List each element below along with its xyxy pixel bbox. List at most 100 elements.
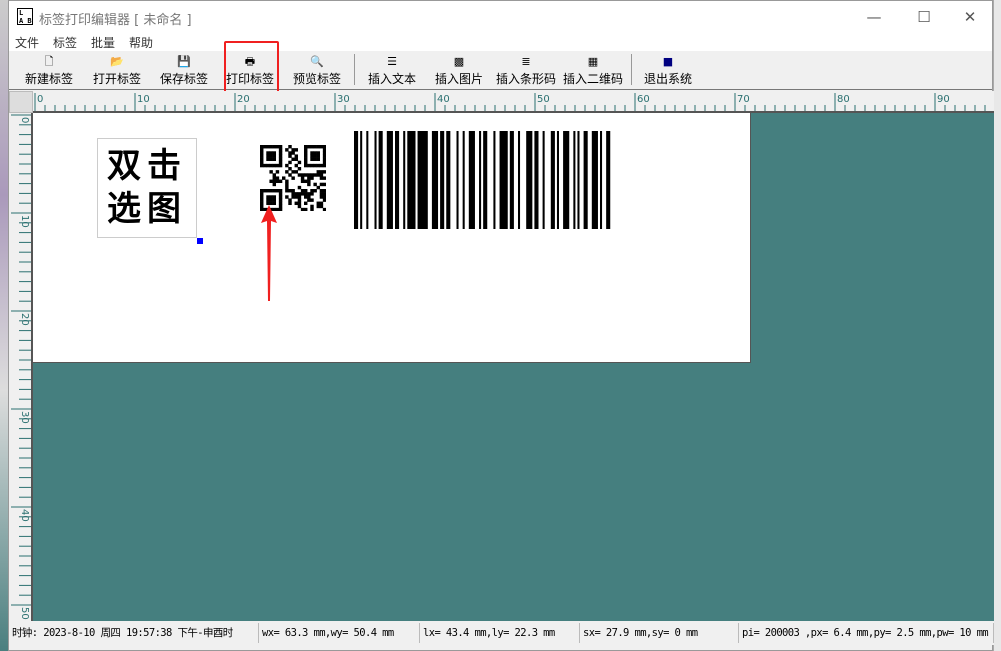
barcode-bar bbox=[360, 131, 363, 229]
toolbar-button-label: 保存标签 bbox=[159, 72, 208, 86]
menu-batch[interactable]: 批量 bbox=[91, 34, 115, 51]
qr-module bbox=[266, 145, 270, 149]
menu-label[interactable]: 标签 bbox=[53, 34, 77, 51]
barcode-bar bbox=[374, 131, 377, 229]
qrcode-element[interactable] bbox=[260, 145, 326, 211]
close-button[interactable]: ✕ bbox=[955, 5, 985, 29]
ruler-label: 0 bbox=[19, 117, 30, 123]
ruler-label: 50 bbox=[537, 94, 550, 105]
toolbar-button-7[interactable]: ≣ 插入条形码 bbox=[493, 53, 559, 87]
qr-module bbox=[319, 192, 324, 196]
toolbar-button-2[interactable]: 💾 保存标签 bbox=[151, 53, 217, 87]
toolbar-button-9[interactable]: ■ 退出系统 bbox=[635, 53, 701, 87]
toolbar-button-6[interactable]: ▩ 插入图片 bbox=[426, 53, 492, 87]
qr-module bbox=[319, 163, 324, 168]
toolbar-button-label: 打开标签 bbox=[92, 72, 141, 86]
qr-module bbox=[266, 154, 270, 158]
qr-module bbox=[294, 148, 299, 152]
picture-icon: ▩ bbox=[453, 55, 465, 68]
qr-module bbox=[269, 151, 273, 155]
resize-handle[interactable] bbox=[197, 238, 203, 244]
barcode-bar bbox=[563, 131, 570, 229]
qr-module bbox=[260, 154, 264, 158]
qr-module bbox=[272, 145, 277, 149]
open-folder-icon: 📂 bbox=[110, 55, 124, 68]
barcode-bar bbox=[600, 131, 603, 229]
qr-module bbox=[272, 176, 277, 180]
toolbar-button-8[interactable]: ▦ 插入二维码 bbox=[560, 53, 626, 87]
qr-module bbox=[288, 151, 292, 155]
qr-module bbox=[313, 189, 317, 193]
qr-module bbox=[322, 157, 326, 162]
qr-module bbox=[260, 189, 264, 193]
barcode-bar bbox=[440, 131, 445, 229]
qr-module bbox=[300, 189, 305, 193]
qr-module bbox=[322, 160, 326, 165]
qr-module bbox=[307, 192, 311, 196]
qr-module bbox=[316, 185, 321, 190]
qr-module bbox=[310, 176, 314, 180]
qr-module bbox=[291, 151, 295, 155]
qr-module bbox=[304, 207, 308, 211]
image-placeholder-text: 双击 bbox=[107, 146, 187, 186]
qr-module bbox=[260, 198, 264, 202]
qr-module bbox=[288, 167, 292, 171]
design-canvas[interactable]: 双击 选图 bbox=[33, 113, 994, 621]
qr-module bbox=[266, 198, 270, 202]
qr-module bbox=[278, 154, 283, 158]
qr-module bbox=[316, 163, 321, 168]
qr-module bbox=[272, 151, 277, 155]
desktop-background bbox=[993, 0, 1001, 651]
toolbar-button-1[interactable]: 📂 打开标签 bbox=[84, 53, 150, 87]
qr-module bbox=[297, 204, 302, 209]
minimize-button[interactable]: — bbox=[859, 5, 889, 29]
qr-module bbox=[313, 154, 317, 158]
qr-module bbox=[269, 179, 273, 184]
toolbar-button-0[interactable]: 🗋 新建标签 bbox=[16, 53, 82, 87]
qr-module bbox=[304, 189, 308, 193]
qr-module bbox=[310, 207, 314, 211]
qr-module bbox=[269, 163, 273, 168]
qr-module bbox=[263, 145, 267, 149]
qr-module bbox=[260, 192, 264, 196]
qr-module bbox=[310, 157, 314, 162]
qr-module bbox=[319, 173, 324, 177]
menu-bar: 文件 标签 批量 帮助 bbox=[9, 33, 992, 51]
menu-help[interactable]: 帮助 bbox=[129, 34, 153, 51]
qr-module bbox=[278, 151, 283, 155]
qr-module bbox=[291, 189, 295, 193]
qr-module bbox=[291, 170, 295, 174]
qr-module bbox=[278, 207, 283, 211]
qr-module bbox=[319, 201, 324, 206]
ruler-label: 10 bbox=[19, 215, 30, 228]
qr-module bbox=[275, 189, 280, 193]
qr-module bbox=[294, 157, 299, 162]
qr-module bbox=[307, 173, 311, 177]
image-placeholder[interactable]: 双击 选图 bbox=[97, 138, 197, 238]
ruler-label: 60 bbox=[637, 94, 650, 105]
qr-module bbox=[260, 145, 264, 149]
qr-module bbox=[322, 198, 326, 202]
ruler-label: 0 bbox=[37, 94, 43, 105]
qr-module bbox=[269, 145, 273, 149]
qr-module bbox=[319, 145, 324, 149]
qr-module bbox=[319, 189, 324, 193]
barcode-bar bbox=[395, 131, 400, 229]
barcode-bar bbox=[493, 131, 496, 229]
toolbar-button-4[interactable]: 🔍 预览标签 bbox=[284, 53, 350, 87]
label-page[interactable]: 双击 选图 bbox=[33, 113, 751, 363]
qr-module bbox=[316, 145, 321, 149]
qr-module bbox=[282, 176, 286, 180]
barcode-bar bbox=[366, 131, 369, 229]
qr-module bbox=[275, 179, 280, 184]
ruler-label: 40 bbox=[19, 509, 30, 522]
qr-module bbox=[310, 189, 314, 193]
maximize-button[interactable]: ☐ bbox=[909, 5, 939, 29]
qr-module bbox=[294, 163, 299, 168]
qr-module bbox=[272, 189, 277, 193]
qr-module bbox=[307, 198, 311, 202]
menu-file[interactable]: 文件 bbox=[15, 34, 39, 51]
toolbar-button-5[interactable]: ☰ 插入文本 bbox=[359, 53, 425, 87]
qr-module bbox=[278, 160, 283, 165]
barcode-element[interactable] bbox=[354, 131, 652, 229]
